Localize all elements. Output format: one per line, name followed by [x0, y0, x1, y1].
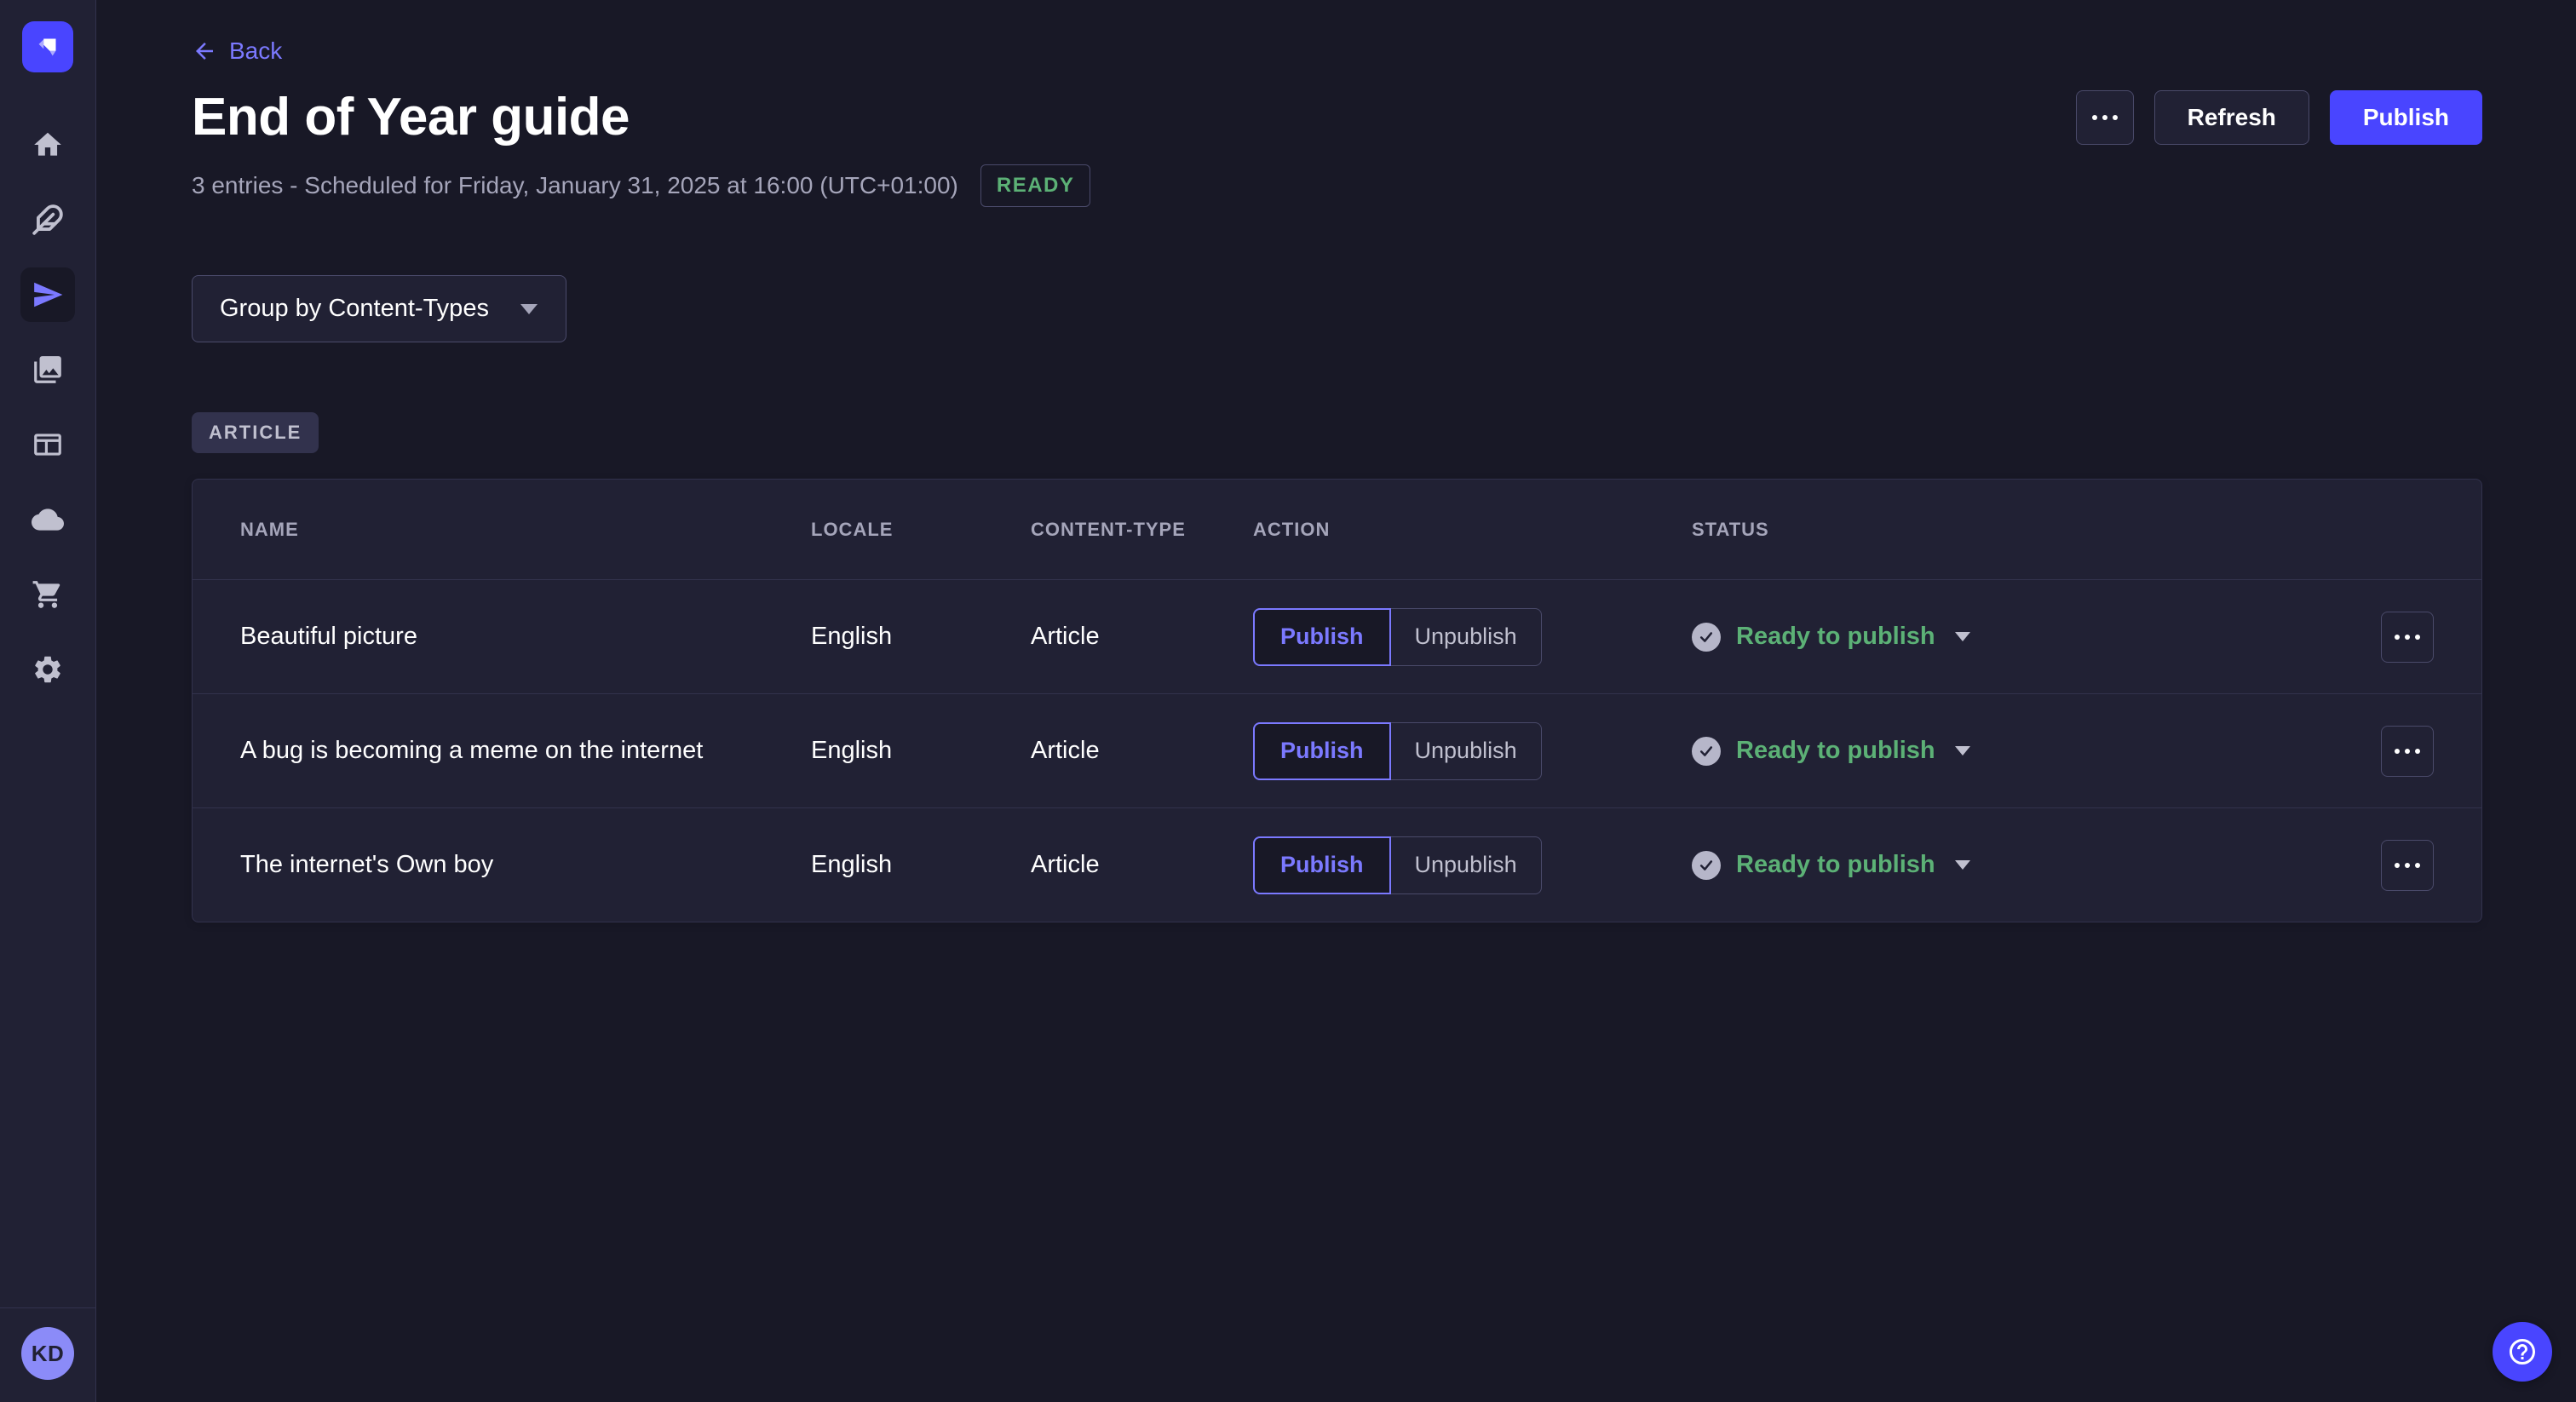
check-circle-icon	[1692, 851, 1721, 880]
publish-release-button[interactable]: Publish	[2330, 90, 2482, 145]
entry-name: A bug is becoming a meme on the internet	[240, 737, 811, 765]
entry-status[interactable]: Ready to publish	[1692, 737, 1971, 766]
column-header-name: NAME	[240, 519, 811, 541]
sidebar-nav	[20, 118, 75, 717]
publish-toggle-button[interactable]: Publish	[1253, 836, 1391, 894]
subtitle-row: 3 entries - Scheduled for Friday, Januar…	[192, 164, 2482, 207]
entry-locale: English	[811, 851, 1031, 879]
check-circle-icon	[1692, 623, 1721, 652]
cloud-icon	[32, 503, 64, 536]
chevron-down-icon	[1954, 631, 1971, 642]
ellipsis-icon	[2395, 863, 2420, 868]
strapi-logo-icon	[32, 31, 64, 63]
column-header-action: ACTION	[1253, 519, 1692, 541]
entries-table: NAME LOCALE CONTENT-TYPE ACTION STATUS B…	[192, 479, 2482, 922]
sidebar-item-settings[interactable]	[20, 642, 75, 697]
refresh-button[interactable]: Refresh	[2154, 90, 2309, 145]
status-label: Ready to publish	[1736, 851, 1935, 879]
strapi-logo[interactable]	[22, 21, 73, 72]
table-row: A bug is becoming a meme on the internet…	[193, 693, 2481, 807]
entry-content-type: Article	[1031, 737, 1253, 765]
cart-icon	[32, 578, 64, 611]
column-header-status: STATUS	[1692, 519, 2381, 541]
status-label: Ready to publish	[1736, 737, 1935, 765]
sidebar-item-content-manager[interactable]	[20, 192, 75, 247]
check-circle-icon	[1692, 737, 1721, 766]
row-more-button[interactable]	[2381, 726, 2434, 777]
column-header-content-type: CONTENT-TYPE	[1031, 519, 1253, 541]
home-icon	[32, 129, 64, 161]
group-by-select-value: Group by Content-Types	[220, 295, 489, 323]
row-more-button[interactable]	[2381, 840, 2434, 891]
table-header-row: NAME LOCALE CONTENT-TYPE ACTION STATUS	[193, 480, 2481, 579]
unpublish-toggle-button[interactable]: Unpublish	[1391, 608, 1542, 666]
entry-name: The internet's Own boy	[240, 851, 811, 879]
publish-toggle-button[interactable]: Publish	[1253, 722, 1391, 780]
chevron-down-icon	[520, 303, 538, 315]
gear-icon	[32, 653, 64, 686]
table-row: Beautiful picture English Article Publis…	[193, 579, 2481, 693]
status-label: Ready to publish	[1736, 623, 1935, 651]
paper-plane-icon	[32, 279, 64, 311]
entry-content-type: Article	[1031, 623, 1253, 651]
ellipsis-icon	[2395, 635, 2420, 640]
sidebar-item-home[interactable]	[20, 118, 75, 172]
sidebar-bottom: KD	[0, 1307, 95, 1402]
arrow-back-icon	[192, 38, 217, 64]
app-root: KD Back End of Year guide Refresh Publis…	[0, 0, 2576, 1402]
column-header-locale: LOCALE	[811, 519, 1031, 541]
feather-icon	[32, 204, 64, 236]
action-toggle: Publish Unpublish	[1253, 722, 1542, 780]
sidebar-item-marketplace[interactable]	[20, 567, 75, 622]
layout-icon	[32, 428, 64, 461]
ellipsis-icon	[2092, 115, 2118, 120]
entry-status[interactable]: Ready to publish	[1692, 851, 1971, 880]
sidebar-item-deploy[interactable]	[20, 492, 75, 547]
help-icon	[2507, 1336, 2538, 1367]
sidebar-item-releases[interactable]	[20, 267, 75, 322]
entry-locale: English	[811, 737, 1031, 765]
unpublish-toggle-button[interactable]: Unpublish	[1391, 836, 1542, 894]
entry-locale: English	[811, 623, 1031, 651]
header-actions: Refresh Publish	[2076, 90, 2482, 145]
images-icon	[32, 353, 64, 386]
ellipsis-icon	[2395, 749, 2420, 754]
row-more-button[interactable]	[2381, 612, 2434, 663]
chevron-down-icon	[1954, 745, 1971, 756]
status-badge: READY	[980, 164, 1091, 207]
help-button[interactable]	[2493, 1322, 2552, 1382]
action-toggle: Publish Unpublish	[1253, 608, 1542, 666]
table-row: The internet's Own boy English Article P…	[193, 807, 2481, 922]
sidebar-divider	[0, 1307, 95, 1308]
page-title: End of Year guide	[192, 87, 630, 147]
back-link[interactable]: Back	[192, 37, 282, 65]
unpublish-toggle-button[interactable]: Unpublish	[1391, 722, 1542, 780]
entry-content-type: Article	[1031, 851, 1253, 879]
sidebar-item-content-type-builder[interactable]	[20, 417, 75, 472]
group-by-select[interactable]: Group by Content-Types	[192, 275, 566, 342]
publish-toggle-button[interactable]: Publish	[1253, 608, 1391, 666]
back-label: Back	[229, 37, 282, 65]
chevron-down-icon	[1954, 859, 1971, 871]
sidebar: KD	[0, 0, 96, 1402]
entry-name: Beautiful picture	[240, 623, 811, 651]
title-row: End of Year guide Refresh Publish	[192, 87, 2482, 147]
sidebar-item-media-library[interactable]	[20, 342, 75, 397]
action-toggle: Publish Unpublish	[1253, 836, 1542, 894]
release-more-button[interactable]	[2076, 90, 2134, 145]
release-subtitle: 3 entries - Scheduled for Friday, Januar…	[192, 172, 958, 199]
user-avatar[interactable]: KD	[21, 1327, 74, 1380]
content-type-group-badge: ARTICLE	[192, 412, 319, 453]
entry-status[interactable]: Ready to publish	[1692, 623, 1971, 652]
main-content: Back End of Year guide Refresh Publish 3…	[96, 0, 2576, 1402]
